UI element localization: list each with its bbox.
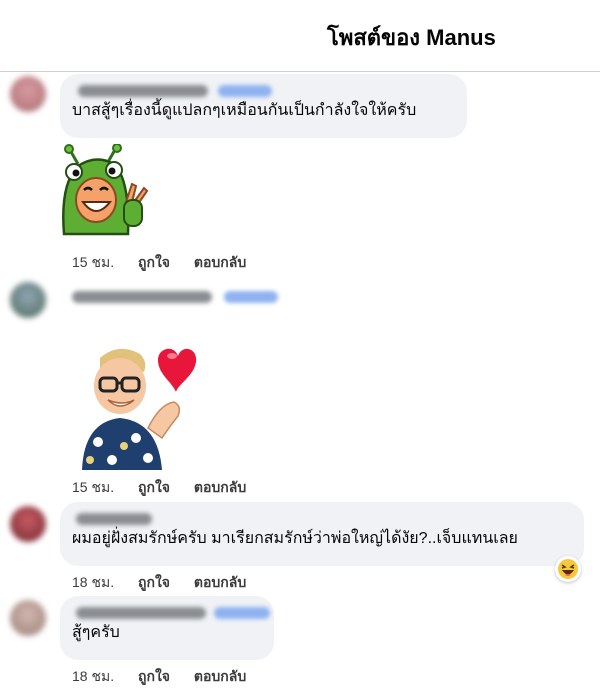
like-button[interactable]: ถูกใจ xyxy=(138,254,170,270)
timestamp[interactable]: 18 ชม. xyxy=(72,574,114,590)
comment-text: สู้ๆครับ xyxy=(72,624,120,641)
reply-button[interactable]: ตอบกลับ xyxy=(194,254,246,270)
comment-bubble[interactable]: สู้ๆครับ xyxy=(60,596,274,660)
like-button[interactable]: ถูกใจ xyxy=(138,668,170,684)
avatar[interactable] xyxy=(10,506,46,542)
like-button[interactable]: ถูกใจ xyxy=(138,479,170,495)
green-monster-thumbs-up-sticker xyxy=(62,144,149,236)
comment-bubble[interactable]: ผมอยู่ฝั่งสมรักษ์ครับ มาเรียกสมรักษ์ว่าพ… xyxy=(60,502,584,566)
page-title: โพสต์ของ Manus xyxy=(327,25,496,50)
comment-bubble[interactable]: บาสสู้ๆเรื่องนี้ดูแปลกๆเหมือนกันเป็นกำลั… xyxy=(60,74,467,138)
avatar[interactable] xyxy=(10,282,46,318)
like-button[interactable]: ถูกใจ xyxy=(138,574,170,590)
commenter-name-blurred[interactable] xyxy=(72,604,270,622)
comment-actions: 15 ชม. ถูกใจ ตอบกลับ xyxy=(72,477,266,499)
reply-button[interactable]: ตอบกลับ xyxy=(194,479,246,495)
timestamp[interactable]: 15 ชม. xyxy=(72,254,114,270)
comment-actions: 15 ชม. ถูกใจ ตอบกลับ xyxy=(72,252,266,274)
reply-button[interactable]: ตอบกลับ xyxy=(194,574,246,590)
comment-actions: 18 ชม. ถูกใจ ตอบกลับ xyxy=(72,572,266,594)
comment-text: ผมอยู่ฝั่งสมรักษ์ครับ มาเรียกสมรักษ์ว่าพ… xyxy=(72,530,518,547)
timestamp[interactable]: 18 ชม. xyxy=(72,668,114,684)
commenter-name-blurred[interactable] xyxy=(72,510,572,528)
commenter-name-blurred[interactable] xyxy=(72,82,455,100)
haha-icon[interactable] xyxy=(555,556,581,582)
comment-text: บาสสู้ๆเรื่องนี้ดูแปลกๆเหมือนกันเป็นกำลั… xyxy=(72,102,417,119)
commenter-name-blurred[interactable] xyxy=(72,288,292,306)
memoji-heart-sticker xyxy=(82,348,197,470)
reply-button[interactable]: ตอบกลับ xyxy=(194,668,246,684)
comment-actions: 18 ชม. ถูกใจ ตอบกลับ xyxy=(72,666,266,688)
top-header: โพสต์ของ Manus xyxy=(0,0,600,72)
avatar[interactable] xyxy=(10,600,46,636)
avatar[interactable] xyxy=(10,76,46,112)
timestamp[interactable]: 15 ชม. xyxy=(72,479,114,495)
